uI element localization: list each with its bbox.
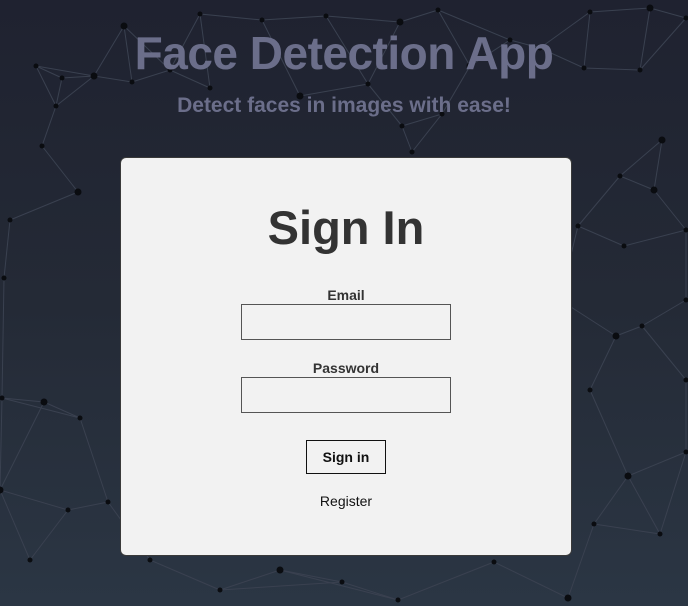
network-line <box>593 475 629 525</box>
network-node <box>365 81 371 87</box>
network-line <box>325 15 401 23</box>
network-node <box>409 149 415 155</box>
network-node <box>0 486 4 494</box>
network-line <box>0 401 45 491</box>
network-line <box>79 417 109 503</box>
network-node <box>1 275 7 281</box>
network-node <box>323 13 329 19</box>
network-node <box>39 143 45 149</box>
network-line <box>589 389 629 477</box>
network-line <box>659 451 687 535</box>
network-line <box>641 325 687 381</box>
password-field[interactable] <box>241 377 451 413</box>
app-subtitle: Detect faces in images with ease! <box>177 94 511 117</box>
network-node <box>587 9 593 15</box>
network-line <box>1 277 5 399</box>
network-node <box>399 123 405 129</box>
network-node <box>0 395 5 401</box>
network-node <box>658 136 666 144</box>
register-link[interactable]: Register <box>121 492 571 510</box>
network-line <box>9 191 79 221</box>
network-node <box>591 521 597 527</box>
network-line <box>619 139 663 177</box>
network-node <box>650 186 658 194</box>
network-line <box>341 581 399 601</box>
network-line <box>401 125 413 153</box>
network-node <box>40 398 48 406</box>
network-node <box>612 332 620 340</box>
signin-title: Sign In <box>267 201 425 254</box>
network-line <box>399 9 439 23</box>
signin-button[interactable]: Sign in <box>306 440 386 474</box>
network-line <box>649 7 687 19</box>
network-line <box>0 489 31 561</box>
network-node <box>74 188 82 196</box>
network-line <box>615 325 643 337</box>
network-node <box>657 531 663 537</box>
network-node <box>65 507 71 513</box>
network-line <box>627 475 661 535</box>
network-node <box>259 17 265 23</box>
network-line <box>279 569 343 583</box>
network-node <box>147 557 153 563</box>
network-node <box>27 557 33 563</box>
network-node <box>396 18 404 26</box>
network-node <box>197 11 203 17</box>
network-node <box>491 559 497 565</box>
network-node <box>587 387 593 393</box>
network-line <box>219 581 343 591</box>
network-line <box>0 489 69 511</box>
network-line <box>41 145 79 193</box>
network-line <box>397 561 495 601</box>
network-node <box>683 297 688 303</box>
network-line <box>261 15 327 21</box>
network-line <box>149 559 221 591</box>
network-node <box>575 223 581 229</box>
network-node <box>564 594 572 602</box>
network-line <box>589 335 617 391</box>
network-line <box>593 523 661 535</box>
network-node <box>624 472 632 480</box>
network-line <box>493 561 569 599</box>
network-line <box>67 501 109 511</box>
network-node <box>435 7 441 13</box>
network-node <box>683 449 688 455</box>
network-node <box>339 579 345 585</box>
network-line <box>0 397 3 491</box>
network-node <box>217 587 223 593</box>
network-node <box>617 173 623 179</box>
network-node <box>129 79 135 85</box>
app-title: Face Detection App <box>134 27 554 79</box>
network-line <box>29 509 69 561</box>
network-node <box>207 85 213 91</box>
network-line <box>199 13 263 21</box>
password-label: Password <box>312 360 380 376</box>
network-line <box>653 139 663 191</box>
network-line <box>577 175 621 227</box>
email-field[interactable] <box>241 304 451 340</box>
network-node <box>7 217 13 223</box>
network-line <box>627 451 687 477</box>
network-node <box>646 4 654 12</box>
network-node <box>621 243 627 249</box>
network-line <box>623 229 687 247</box>
network-line <box>653 189 687 231</box>
network-node <box>276 566 284 574</box>
network-line <box>619 175 655 191</box>
network-line <box>577 225 625 247</box>
signin-card: Sign In Email Password Sign in Register <box>120 157 572 556</box>
network-node <box>395 597 401 603</box>
network-line <box>3 219 11 279</box>
network-line <box>589 7 651 13</box>
network-node <box>77 415 83 421</box>
network-node <box>639 323 645 329</box>
network-line <box>641 299 687 327</box>
email-label: Email <box>327 287 365 303</box>
network-node <box>105 499 111 505</box>
